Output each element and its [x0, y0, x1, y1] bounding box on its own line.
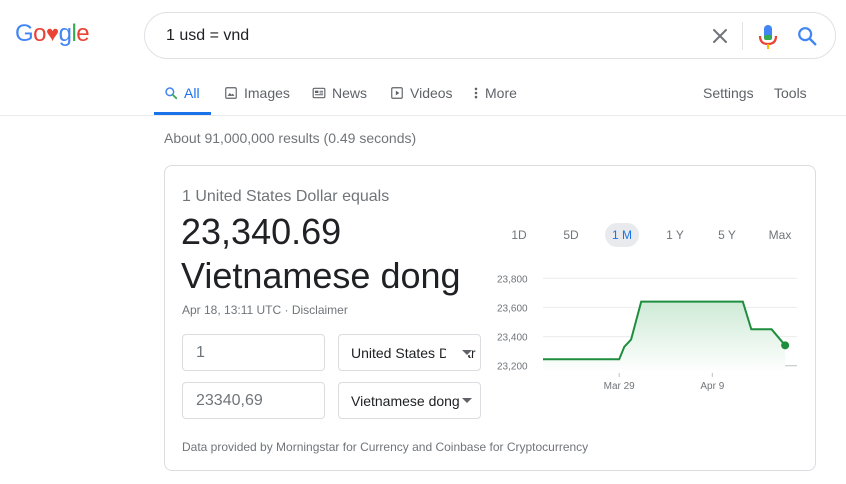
tab-label: More [485, 85, 517, 101]
tab-label: All [184, 85, 200, 101]
exchange-rate-chart[interactable]: 23,200 23,400 23,600 23,800 Mar 29 Apr 9 [495, 271, 801, 391]
result-stats: About 91,000,000 results (0.49 seconds) [164, 130, 417, 146]
converted-amount: 23,340.69 [181, 211, 342, 252]
dropdown-arrow-icon [462, 398, 472, 403]
tab-more[interactable]: More [473, 84, 517, 102]
search-box[interactable]: 1 usd = vnd [144, 12, 836, 59]
range-1m[interactable]: 1 M [605, 223, 639, 247]
tools-link[interactable]: Tools [774, 84, 807, 102]
news-icon [312, 87, 326, 99]
settings-link[interactable]: Settings [703, 84, 754, 102]
microphone-icon[interactable] [758, 24, 778, 50]
to-amount-input[interactable]: 23340,69 [182, 382, 325, 419]
logo-letter: G [15, 20, 34, 47]
target-currency-name: Vietnamese dong [181, 255, 461, 296]
tab-label: Images [244, 85, 290, 101]
range-1d[interactable]: 1D [503, 223, 535, 247]
range-5d[interactable]: 5D [555, 223, 587, 247]
close-icon[interactable] [708, 24, 732, 48]
tab-all[interactable]: All [164, 84, 200, 102]
header-divider [0, 115, 846, 116]
from-amount-input[interactable]: 1 [182, 334, 325, 371]
tab-label: Tools [774, 85, 807, 101]
more-vert-icon [474, 87, 478, 99]
search-icon[interactable] [796, 25, 818, 47]
tab-label: Videos [410, 85, 453, 101]
range-5y[interactable]: 5 Y [710, 223, 744, 247]
currency-converter-card: 1 United States Dollar equals 23,340.69 … [164, 165, 816, 471]
select-value: United States Dollar [351, 345, 476, 361]
tab-news[interactable]: News [312, 84, 367, 102]
range-1y[interactable]: 1 Y [658, 223, 692, 247]
tab-images[interactable]: Images [224, 84, 290, 102]
timestamp-disclaimer[interactable]: Apr 18, 13:11 UTC · Disclaimer [182, 303, 348, 317]
image-icon [225, 87, 237, 99]
y-tick-label: 23,800 [497, 274, 528, 285]
play-icon [391, 87, 403, 99]
dropdown-arrow-icon [462, 350, 472, 355]
tab-videos[interactable]: Videos [390, 84, 453, 102]
heart-icon: ♥ [46, 21, 59, 46]
data-source-note: Data provided by Morningstar for Currenc… [182, 440, 589, 454]
search-tabs: All Images News Videos More Settings Too… [164, 84, 824, 114]
tab-label: Settings [703, 85, 754, 101]
logo-letter: o [33, 20, 47, 47]
x-tick-label: Mar 29 [604, 381, 636, 391]
x-tick-label: Apr 9 [700, 381, 724, 391]
logo-letter: g [58, 20, 72, 47]
logo-letter: e [76, 20, 90, 47]
search-input[interactable]: 1 usd = vnd [166, 27, 249, 45]
tab-label: News [332, 85, 368, 101]
equals-label: 1 United States Dollar equals [182, 188, 390, 205]
time-range-selector: 1D 5D 1 M 1 Y 5 Y Max [481, 223, 801, 247]
series-area [543, 301, 786, 373]
google-logo[interactable]: Go♥gle [15, 20, 90, 48]
to-currency-select[interactable]: Vietnamese dong [338, 382, 481, 419]
last-value-point [781, 341, 790, 350]
y-tick-label: 23,200 [497, 362, 528, 373]
search-divider [742, 22, 743, 50]
from-currency-select[interactable]: United States Dollar [338, 334, 481, 371]
y-tick-label: 23,400 [497, 333, 528, 344]
search-icon [165, 87, 178, 100]
range-max[interactable]: Max [763, 223, 797, 247]
select-value: Vietnamese dong [351, 393, 460, 409]
y-tick-label: 23,600 [497, 303, 528, 314]
